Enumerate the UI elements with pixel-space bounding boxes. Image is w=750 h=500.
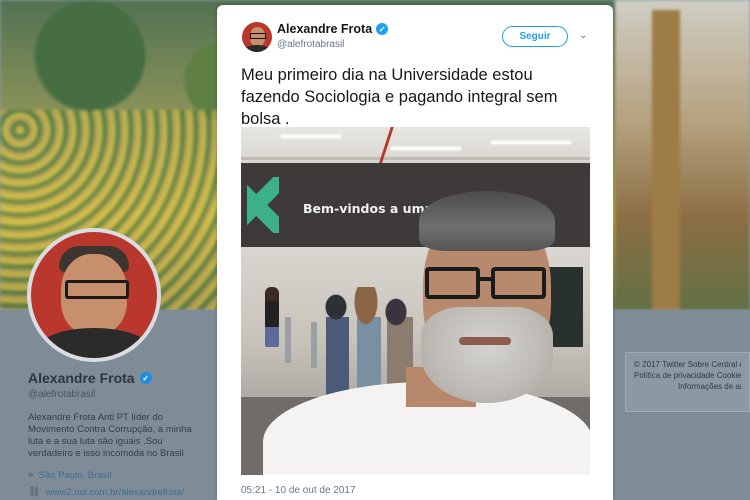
tweet-avatar-glasses (250, 33, 266, 39)
photo-turnstile (311, 322, 317, 368)
footer-line-3[interactable]: Informações de anúnc (634, 381, 741, 392)
glasses-lens-right (491, 267, 546, 299)
profile-website-link[interactable]: www2.uol.com.br/alexandrefrota/ (46, 487, 185, 498)
photo-ceiling-beam (241, 157, 590, 160)
photo-man-hair (419, 191, 555, 251)
profile-website[interactable]: ⛓ www2.uol.com.br/alexandrefrota/ (28, 487, 208, 498)
profile-name[interactable]: Alexandre Frota ✓ (28, 370, 208, 386)
photo-ceiling-light (281, 135, 341, 138)
avatar-shirt (39, 328, 149, 358)
banner-post (652, 10, 680, 310)
chevron-down-icon[interactable]: ⌄ (579, 30, 587, 41)
tweet-author-name[interactable]: Alexandre Frota ✓ (277, 22, 389, 36)
tweet-avatar-shirt (244, 45, 270, 52)
photo-man-mouth (459, 337, 511, 345)
photo-ceiling-light (491, 141, 571, 144)
profile-avatar[interactable] (27, 228, 161, 362)
footer-line-1[interactable]: © 2017 Twitter Sobre Central de (634, 359, 741, 370)
site-footer: © 2017 Twitter Sobre Central de Política… (625, 352, 750, 412)
photo-man-glasses (425, 267, 551, 301)
profile-handle[interactable]: @alefrotabrasil (28, 389, 208, 400)
tweet-card: Alexandre Frota ✓ @alefrotabrasil Seguir… (217, 5, 613, 500)
footer-line-2[interactable]: Política de privacidade Cookies (634, 370, 741, 381)
link-icon: ⛓ (28, 487, 41, 498)
photo-man-beard (421, 307, 553, 403)
banner-right-area (615, 0, 750, 310)
glasses-lens-left (425, 267, 480, 299)
tweet-text: Meu primeiro dia na Universidade estou f… (241, 66, 558, 128)
photo-turnstile (285, 317, 291, 363)
profile-name-text[interactable]: Alexandre Frota (28, 370, 135, 386)
verified-badge-icon: ✓ (376, 23, 389, 35)
profile-location[interactable]: ⌖ São Paulo, Brasil (28, 470, 208, 481)
photo-banner-logo (247, 177, 279, 233)
tweet-author-handle[interactable]: @alefrotabrasil (277, 39, 344, 50)
tweet-photo[interactable]: Bem-vindos a uma univer (241, 127, 590, 475)
avatar-glasses (65, 280, 129, 299)
tweet-timestamp[interactable]: 05:21 - 10 de out de 2017 (241, 485, 356, 496)
profile-bio: Alexandre Frota Anti PT líder do Movimen… (28, 412, 192, 459)
location-pin-icon: ⌖ (28, 470, 34, 481)
photo-ceiling-light (391, 147, 461, 150)
photo-person (265, 287, 279, 347)
verified-badge-icon: ✓ (139, 372, 152, 384)
tweet-author-name-text[interactable]: Alexandre Frota (277, 22, 372, 36)
profile-location-text[interactable]: São Paulo, Brasil (39, 470, 112, 481)
follow-button[interactable]: Seguir (502, 26, 568, 47)
tweet-author-avatar[interactable] (242, 22, 272, 52)
profile-card: Alexandre Frota ✓ @alefrotabrasil Alexan… (28, 370, 208, 498)
